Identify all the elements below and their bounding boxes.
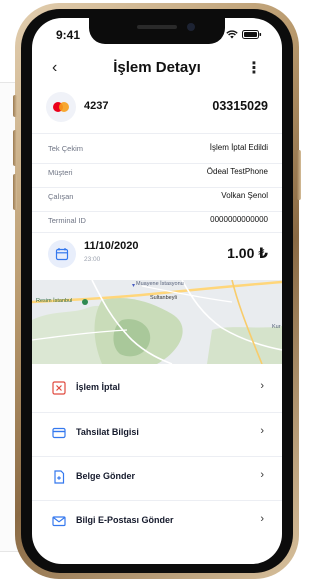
detail-label: Çalışan <box>48 192 74 201</box>
chevron-right-icon: › <box>260 513 264 525</box>
front-camera <box>187 23 195 31</box>
detail-value: İşlem İptal Edildi <box>209 143 268 152</box>
speaker <box>137 25 177 29</box>
action-label: Bilgi E-Postası Gönder <box>76 515 174 525</box>
divider <box>32 133 282 134</box>
power-button <box>297 150 301 200</box>
action-label: Belge Gönder <box>76 471 136 481</box>
map-label: Muayene İstasyonu <box>136 281 184 287</box>
map-pin <box>82 299 88 305</box>
send-document-action[interactable]: Belge Gönder › <box>32 460 282 494</box>
detail-value: 0000000000000 <box>210 215 268 224</box>
detail-label: Terminal ID <box>48 216 86 225</box>
detail-label: Tek Çekim <box>48 144 84 153</box>
nav-header: ‹ İşlem Detayı ⋮ <box>32 56 282 84</box>
page-title: İşlem Detayı <box>113 59 201 76</box>
calendar-badge <box>48 240 76 268</box>
transaction-summary: 11/10/2020 23:00 1.00 ₺ <box>32 234 282 278</box>
divider <box>32 500 282 501</box>
volume-down-button <box>13 174 17 210</box>
app-screen: 9:41 ‹ İşlem Detayı ⋮ 4237 03315029 Tek … <box>32 18 282 564</box>
transaction-date: 11/10/2020 <box>84 240 139 252</box>
mail-icon <box>52 516 66 527</box>
card-icon <box>52 427 66 439</box>
detail-row: Terminal ID 0000000000000 <box>32 207 282 235</box>
send-info-email-action[interactable]: Bilgi E-Postası Gönder › <box>32 504 282 538</box>
transaction-time: 23:00 <box>84 256 101 263</box>
wifi-icon <box>226 30 238 39</box>
status-time: 9:41 <box>56 28 81 42</box>
mastercard-icon <box>53 102 69 112</box>
card-brand-badge <box>46 92 76 122</box>
notch <box>89 18 225 44</box>
detail-value: Ödeal TestPhone <box>206 167 268 176</box>
mute-switch <box>13 95 17 117</box>
card-last4: 4237 <box>84 100 109 112</box>
more-menu-button[interactable]: ⋮ <box>246 58 262 78</box>
action-label: İşlem İptal <box>76 382 121 392</box>
detail-value: Volkan Şenol <box>221 191 268 200</box>
card-summary: 4237 03315029 <box>32 92 282 122</box>
cancel-transaction-action[interactable]: İşlem İptal › <box>32 371 282 405</box>
map-canvas <box>32 279 282 365</box>
chevron-right-icon: › <box>260 380 264 392</box>
transaction-amount: 1.00 ₺ <box>227 245 268 261</box>
action-label: Tahsilat Bilgisi <box>76 427 139 437</box>
divider <box>32 412 282 413</box>
divider <box>32 456 282 457</box>
battery-icon <box>242 30 262 39</box>
document-icon <box>54 470 65 484</box>
map-label: Kur <box>272 324 281 330</box>
payment-info-action[interactable]: Tahsilat Bilgisi › <box>32 416 282 450</box>
map-label: Sultanbeyli <box>150 295 177 301</box>
map-label: Resim İstanbul <box>36 298 73 304</box>
divider <box>32 232 282 233</box>
cancel-icon <box>52 381 66 395</box>
chevron-right-icon: › <box>260 425 264 437</box>
calendar-icon <box>55 248 69 261</box>
detail-label: Müşteri <box>48 168 73 177</box>
chevron-right-icon: › <box>260 469 264 481</box>
volume-up-button <box>13 130 17 166</box>
location-map[interactable]: Muayene İstasyonu Sultanbeyli Resim İsta… <box>32 279 282 365</box>
order-number: 03315029 <box>212 99 268 113</box>
